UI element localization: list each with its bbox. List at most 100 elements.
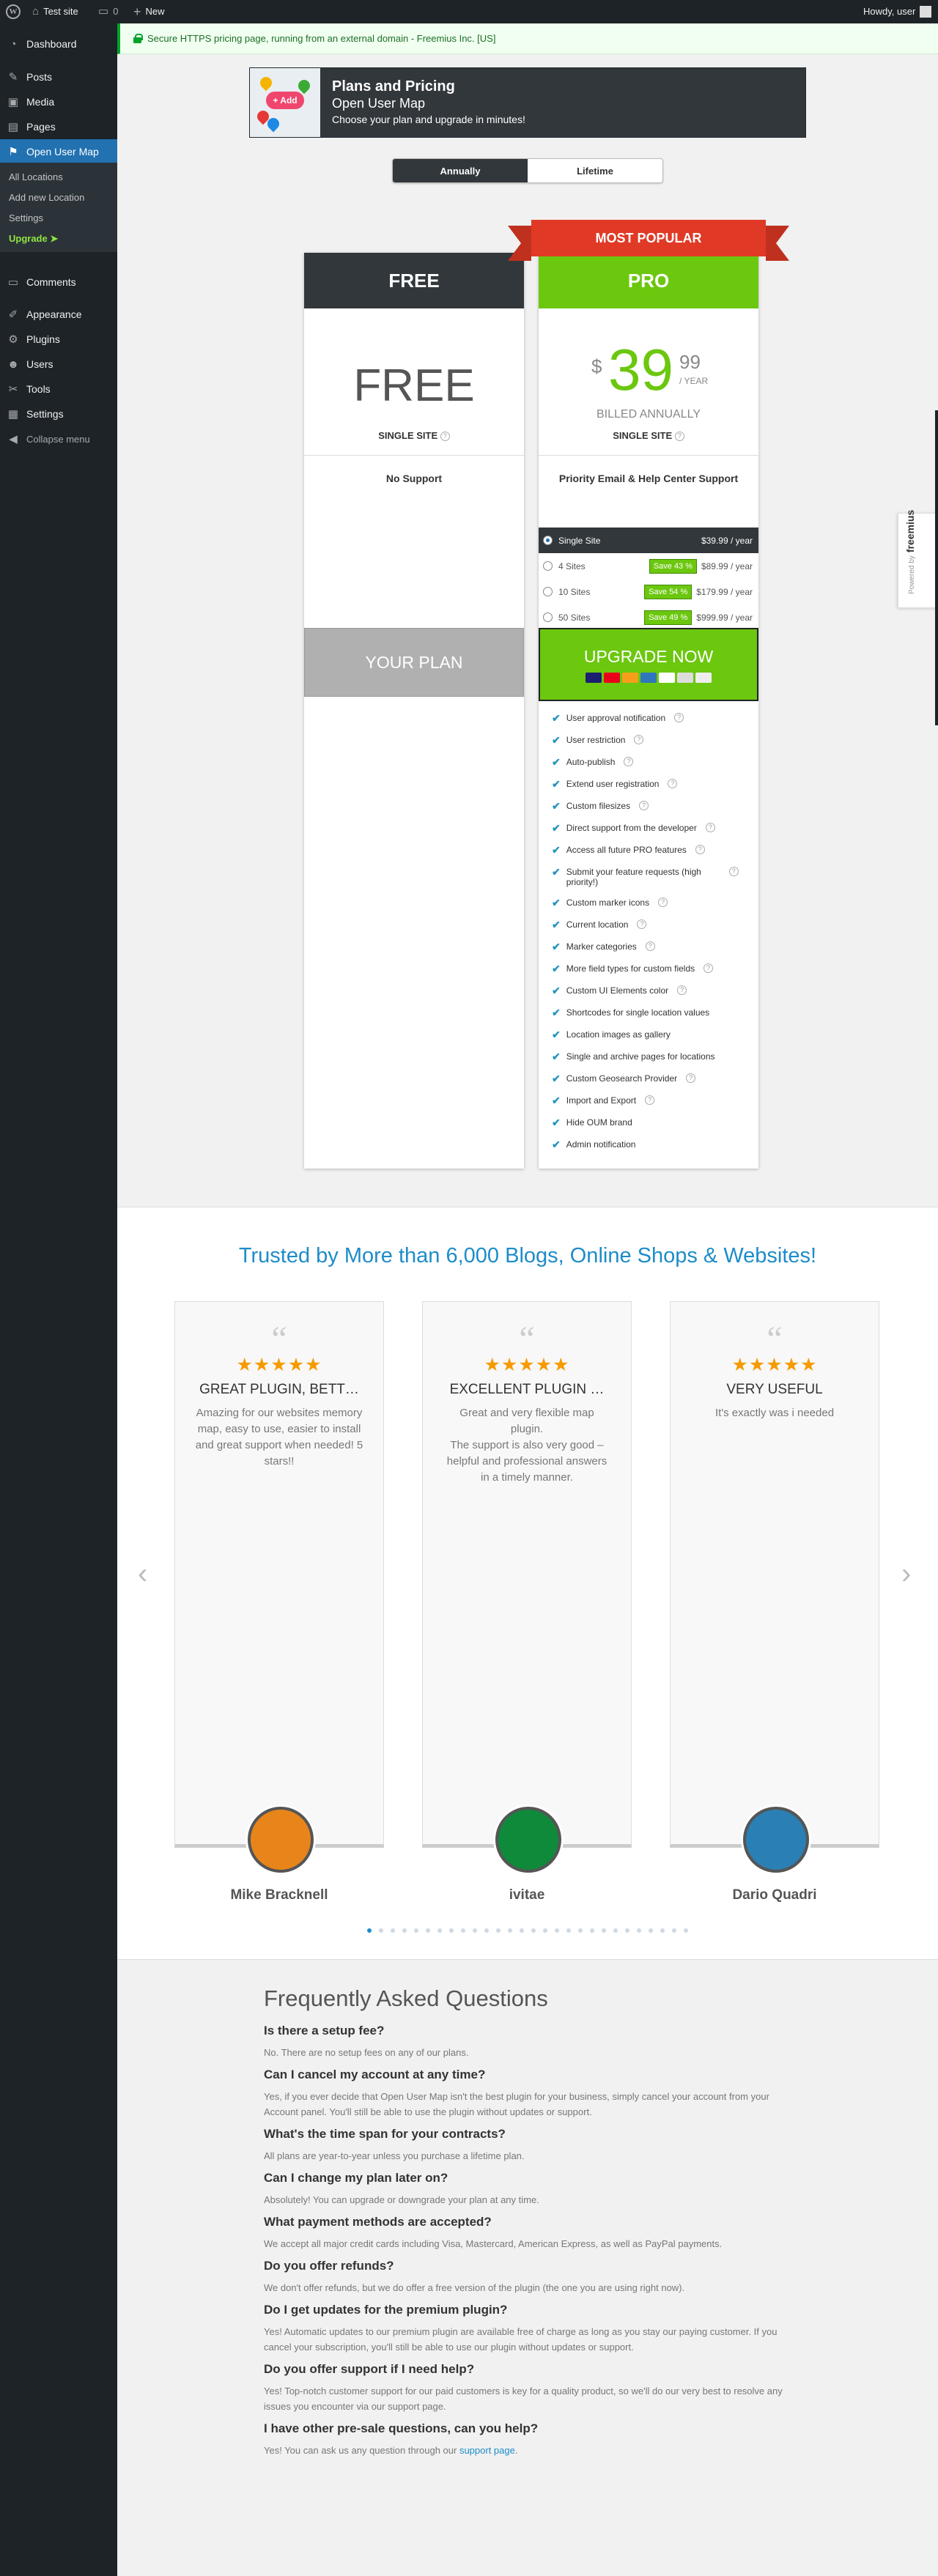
my-account-link[interactable]: Howdy, user: [863, 0, 932, 23]
help-icon[interactable]: ?: [677, 985, 687, 995]
lock-icon: [133, 34, 143, 43]
submenu-add-location[interactable]: Add new Location: [9, 192, 84, 203]
license-option-4-sites[interactable]: 4 Sites Save 43 % $89.99 / year: [539, 553, 758, 579]
sidebar-item-posts[interactable]: ✎ Posts: [0, 64, 117, 89]
carousel-dot[interactable]: [449, 1928, 454, 1933]
help-icon[interactable]: ?: [704, 963, 714, 973]
sidebar-item-settings[interactable]: ▦ Settings: [0, 401, 117, 426]
carousel-dot[interactable]: [566, 1928, 571, 1933]
divider: [539, 455, 758, 456]
carousel-dot[interactable]: [590, 1928, 594, 1933]
license-option-single-site[interactable]: Single Site $39.99 / year: [539, 528, 758, 553]
sidebar-item-media[interactable]: ▣ Media: [0, 89, 117, 114]
feature-item: ✔ Shortcodes for single location values: [552, 1007, 750, 1018]
sidebar-item-open-user-map[interactable]: ⚑ Open User Map: [0, 139, 117, 164]
carousel-dot[interactable]: [660, 1928, 665, 1933]
faq-answer: Yes, if you ever decide that Open User M…: [264, 2091, 769, 2117]
help-icon[interactable]: ?: [440, 432, 450, 442]
carousel-dot[interactable]: [625, 1928, 629, 1933]
media-icon: ▣: [7, 96, 19, 108]
carousel-dot[interactable]: [473, 1928, 477, 1933]
carousel-dot[interactable]: [437, 1928, 442, 1933]
help-icon[interactable]: ?: [686, 1073, 696, 1083]
sidebar-item-plugins[interactable]: ⚙ Plugins: [0, 327, 117, 352]
carousel-dot[interactable]: [402, 1928, 407, 1933]
sidebar-item-comments[interactable]: ▭ Comments: [0, 270, 117, 295]
comments-link[interactable]: ▭ 0: [98, 0, 118, 23]
wordpress-logo-icon[interactable]: W: [6, 0, 21, 23]
sidebar-item-tools[interactable]: ✂ Tools: [0, 377, 117, 401]
help-icon[interactable]: ?: [634, 735, 644, 744]
freemius-badge[interactable]: Powered byfreemius: [898, 510, 938, 608]
carousel-dot[interactable]: [555, 1928, 559, 1933]
upgrade-now-button[interactable]: UPGRADE NOW: [539, 628, 758, 701]
carousel-dot[interactable]: [649, 1928, 653, 1933]
help-icon[interactable]: ?: [695, 845, 705, 854]
testimonials-section: Trusted by More than 6,000 Blogs, Online…: [117, 1207, 938, 1960]
sidebar-item-appearance[interactable]: ✐ Appearance: [0, 302, 117, 327]
carousel-dot[interactable]: [543, 1928, 547, 1933]
star-rating-icon: ★★★★★: [731, 1355, 818, 1375]
support-page-link[interactable]: support page: [459, 2445, 515, 2456]
license-option-10-sites[interactable]: 10 Sites Save 54 % $179.99 / year: [539, 579, 758, 604]
plan-card-pro: PRO $ 39 99 / YEAR BILLED ANNUALLY SINGL…: [539, 253, 758, 1169]
help-icon[interactable]: ?: [668, 779, 678, 788]
billing-lifetime-button[interactable]: Lifetime: [528, 159, 662, 182]
carousel-prev-icon[interactable]: ‹: [138, 1558, 147, 1591]
radio-button[interactable]: [543, 536, 553, 545]
collapse-icon: ◀: [9, 433, 18, 445]
carousel-dot[interactable]: [520, 1928, 524, 1933]
submenu-settings[interactable]: Settings: [9, 212, 43, 223]
carousel-dot[interactable]: [426, 1928, 430, 1933]
plan-sites: SINGLE SITE ?: [539, 430, 758, 442]
carousel-dot[interactable]: [461, 1928, 465, 1933]
carousel-dot[interactable]: [637, 1928, 641, 1933]
feature-label: Custom marker icons: [566, 897, 650, 908]
submenu-upgrade[interactable]: Upgrade ➤: [9, 233, 58, 245]
feature-item: ✔ Custom UI Elements color?: [552, 985, 750, 996]
testimonial-author: Dario Quadri: [732, 1887, 817, 1903]
radio-button[interactable]: [543, 612, 553, 622]
sidebar-item-users[interactable]: ☻ Users: [0, 352, 117, 377]
feature-item: ✔ Submit your feature requests (high prio…: [552, 867, 750, 887]
carousel-dot[interactable]: [613, 1928, 618, 1933]
new-content-link[interactable]: + New: [133, 0, 165, 23]
license-option-50-sites[interactable]: 50 Sites Save 49 % $999.99 / year: [539, 604, 758, 630]
help-icon[interactable]: ?: [624, 757, 634, 766]
sidebar-item-dashboard[interactable]: ◔ Dashboard: [0, 32, 117, 56]
carousel-dot[interactable]: [414, 1928, 418, 1933]
carousel-dot[interactable]: [508, 1928, 512, 1933]
carousel-dot[interactable]: [578, 1928, 583, 1933]
quote-icon: “: [767, 1320, 783, 1358]
site-name-link[interactable]: ⌂ Test site: [32, 0, 78, 23]
help-icon[interactable]: ?: [705, 823, 715, 832]
radio-button[interactable]: [543, 587, 553, 596]
help-icon[interactable]: ?: [674, 432, 684, 442]
help-icon[interactable]: ?: [637, 919, 647, 929]
carousel-dot[interactable]: [391, 1928, 395, 1933]
help-icon[interactable]: ?: [639, 801, 649, 810]
secure-notice: Secure HTTPS pricing page, running from …: [117, 23, 938, 54]
help-icon[interactable]: ?: [658, 897, 668, 907]
carousel-dot[interactable]: [602, 1928, 606, 1933]
radio-button[interactable]: [543, 561, 553, 571]
carousel-dot[interactable]: [367, 1928, 372, 1933]
help-icon[interactable]: ?: [645, 941, 655, 951]
carousel-next-icon[interactable]: ›: [901, 1558, 911, 1591]
help-icon[interactable]: ?: [674, 713, 684, 722]
carousel-dot[interactable]: [379, 1928, 383, 1933]
help-icon[interactable]: ?: [728, 867, 739, 876]
feature-item: ✔ Auto-publish?: [552, 757, 750, 767]
carousel-dot[interactable]: [672, 1928, 676, 1933]
help-icon[interactable]: ?: [645, 1095, 655, 1105]
sidebar-item-pages[interactable]: ▤ Pages: [0, 114, 117, 139]
carousel-dot[interactable]: [484, 1928, 489, 1933]
sidebar-collapse-menu[interactable]: ◀ Collapse menu: [0, 426, 117, 451]
submenu-all-locations[interactable]: All Locations: [9, 171, 63, 182]
carousel-dot[interactable]: [496, 1928, 501, 1933]
plugin-name: Open User Map: [332, 96, 426, 111]
carousel-dot[interactable]: [684, 1928, 688, 1933]
carousel-dot[interactable]: [531, 1928, 536, 1933]
billing-annually-button[interactable]: Annually: [393, 159, 528, 182]
feature-item: ✔ Hide OUM brand: [552, 1117, 750, 1128]
